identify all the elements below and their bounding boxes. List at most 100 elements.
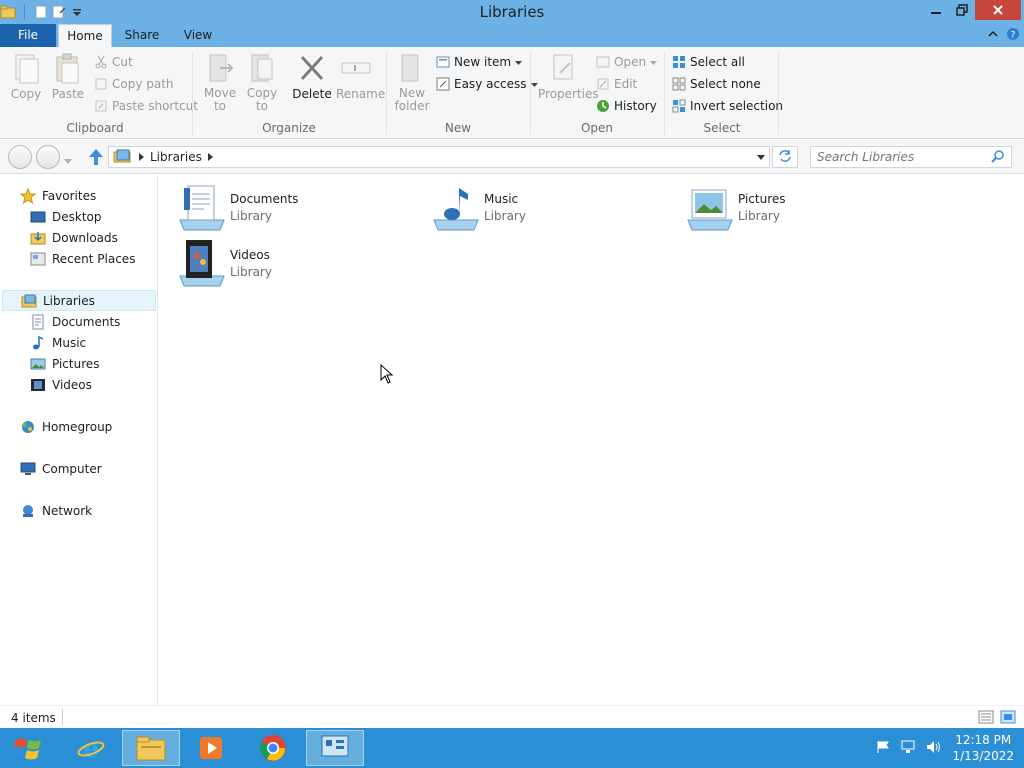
select-all-icon bbox=[672, 55, 686, 69]
nav-homegroup-label: Homegroup bbox=[42, 419, 113, 434]
music-icon bbox=[30, 335, 46, 351]
title-bar: Libraries bbox=[0, 0, 1024, 24]
history-button[interactable]: History bbox=[596, 97, 657, 115]
rename-button[interactable]: Rename bbox=[336, 51, 386, 101]
action-center-flag-icon[interactable] bbox=[876, 740, 890, 757]
large-icons-view-icon[interactable] bbox=[1000, 710, 1016, 727]
search-icon[interactable] bbox=[991, 149, 1005, 166]
new-folder-icon bbox=[396, 51, 428, 85]
chrome-icon bbox=[260, 735, 286, 761]
edit-button[interactable]: Edit bbox=[596, 75, 637, 93]
file-list: Documents Library Music Library Pictures… bbox=[160, 175, 1024, 705]
group-separator bbox=[386, 51, 387, 135]
nav-music[interactable]: Music bbox=[30, 332, 86, 353]
back-button[interactable] bbox=[8, 145, 32, 169]
select-all-label: Select all bbox=[690, 55, 745, 69]
nav-recent-places-label: Recent Places bbox=[52, 251, 136, 266]
chevron-down-icon bbox=[515, 55, 523, 69]
taskbar-internet-explorer[interactable]: e bbox=[62, 730, 120, 766]
invert-selection-label: Invert selection bbox=[690, 99, 784, 113]
chevron-right-icon[interactable] bbox=[207, 150, 213, 164]
documents-library-icon bbox=[176, 182, 228, 232]
copy-to-button[interactable]: Copy to bbox=[242, 51, 282, 113]
nav-pictures[interactable]: Pictures bbox=[30, 353, 100, 374]
library-item-documents[interactable]: Documents Library bbox=[176, 181, 416, 233]
recent-locations-icon[interactable] bbox=[64, 154, 72, 168]
details-view-icon[interactable] bbox=[978, 710, 994, 727]
select-all-button[interactable]: Select all bbox=[672, 53, 745, 71]
properties-icon bbox=[548, 51, 580, 85]
cut-button[interactable]: Cut bbox=[94, 53, 133, 71]
nav-downloads[interactable]: Downloads bbox=[30, 227, 118, 248]
clock-date: 1/13/2022 bbox=[952, 749, 1014, 763]
nav-computer[interactable]: Computer bbox=[20, 458, 102, 479]
address-bar[interactable]: Libraries bbox=[108, 146, 770, 168]
library-item-pictures[interactable]: Pictures Library bbox=[684, 181, 924, 233]
delete-button[interactable]: Delete bbox=[292, 51, 332, 101]
breadcrumb-libraries[interactable]: Libraries bbox=[150, 150, 202, 164]
clock[interactable]: 12:18 PM 1/13/2022 bbox=[952, 732, 1014, 764]
network-status-icon[interactable] bbox=[900, 740, 916, 757]
copy-path-button[interactable]: Copy path bbox=[94, 75, 174, 93]
search-box[interactable] bbox=[810, 146, 1012, 168]
easy-access-button[interactable]: Easy access bbox=[436, 75, 538, 93]
control-panel-icon bbox=[321, 735, 349, 757]
nav-favorites-label: Favorites bbox=[42, 188, 97, 203]
view-toggles bbox=[978, 710, 1016, 727]
videos-icon bbox=[30, 377, 46, 393]
nav-documents[interactable]: Documents bbox=[30, 311, 120, 332]
nav-network[interactable]: Network bbox=[20, 500, 92, 521]
nav-favorites[interactable]: Favorites bbox=[19, 185, 97, 206]
library-item-music[interactable]: Music Library bbox=[430, 181, 670, 233]
nav-desktop[interactable]: Desktop bbox=[30, 206, 102, 227]
volume-icon[interactable] bbox=[926, 740, 942, 757]
nav-recent-places[interactable]: Recent Places bbox=[30, 248, 135, 269]
tab-file[interactable]: File bbox=[0, 24, 56, 47]
help-icon[interactable]: ? bbox=[1006, 27, 1020, 44]
maximize-button[interactable] bbox=[949, 0, 975, 20]
invert-selection-button[interactable]: Invert selection bbox=[672, 97, 783, 115]
paste-shortcut-button[interactable]: Paste shortcut bbox=[94, 97, 198, 115]
new-item-label: New item bbox=[454, 55, 512, 69]
copy-path-icon bbox=[94, 77, 108, 91]
videos-library-icon bbox=[176, 238, 228, 288]
rename-label: Rename bbox=[336, 87, 386, 101]
address-dropdown-icon[interactable] bbox=[757, 150, 765, 164]
refresh-button[interactable] bbox=[772, 146, 798, 168]
copy-button[interactable]: Copy bbox=[6, 51, 46, 101]
select-none-button[interactable]: Select none bbox=[672, 75, 761, 93]
search-input[interactable] bbox=[811, 150, 981, 164]
pictures-icon bbox=[30, 356, 46, 372]
library-item-videos[interactable]: Videos Library bbox=[176, 237, 416, 289]
up-arrow-icon[interactable] bbox=[88, 148, 104, 169]
minimize-button[interactable] bbox=[923, 0, 949, 20]
close-button[interactable] bbox=[975, 0, 1021, 20]
collapse-ribbon-icon[interactable] bbox=[986, 27, 1000, 44]
taskbar: e 12:18 PM 1/13/2022 bbox=[0, 728, 1024, 768]
start-button[interactable] bbox=[8, 732, 48, 764]
move-to-button[interactable]: Move to bbox=[200, 51, 240, 113]
taskbar-file-explorer[interactable] bbox=[122, 730, 180, 766]
chevron-right-icon[interactable] bbox=[139, 150, 144, 164]
move-to-label: Move to bbox=[203, 86, 237, 113]
nav-music-label: Music bbox=[52, 335, 87, 350]
taskbar-chrome[interactable] bbox=[244, 730, 302, 766]
history-icon bbox=[596, 99, 610, 113]
nav-libraries[interactable]: Libraries bbox=[2, 290, 156, 311]
new-folder-label: New folder bbox=[394, 86, 430, 113]
tab-view[interactable]: View bbox=[176, 24, 220, 47]
window-controls bbox=[923, 0, 1021, 20]
tab-home[interactable]: Home bbox=[58, 24, 112, 47]
taskbar-control-panel[interactable] bbox=[306, 730, 364, 766]
taskbar-media-player[interactable] bbox=[182, 730, 240, 766]
tab-share[interactable]: Share bbox=[118, 24, 166, 47]
nav-videos[interactable]: Videos bbox=[30, 374, 92, 395]
properties-button[interactable]: Properties bbox=[538, 51, 599, 101]
new-group: New folder New item Easy access New bbox=[388, 47, 538, 139]
nav-homegroup[interactable]: Homegroup bbox=[20, 416, 112, 437]
forward-button[interactable] bbox=[36, 145, 60, 169]
new-folder-button[interactable]: New folder bbox=[392, 51, 432, 113]
new-item-button[interactable]: New item bbox=[436, 53, 523, 71]
paste-button[interactable]: Paste bbox=[48, 51, 88, 101]
open-button[interactable]: Open bbox=[596, 53, 658, 71]
